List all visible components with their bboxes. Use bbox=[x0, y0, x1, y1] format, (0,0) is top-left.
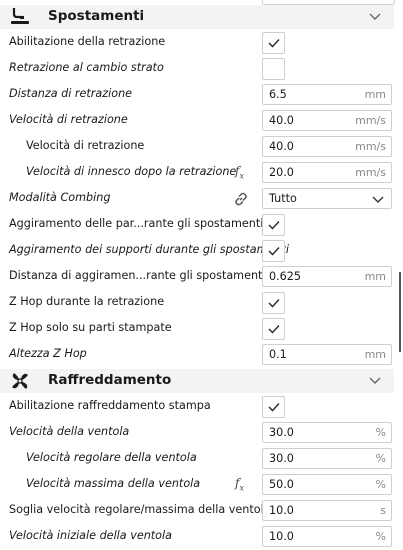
retraction-distance-field[interactable]: 6.5 mm bbox=[262, 84, 392, 105]
category-title: Spostamenti bbox=[48, 8, 145, 24]
setting-label: Velocità massima della ventola bbox=[26, 477, 201, 490]
setting-label: Velocità di innesco dopo la retrazione bbox=[26, 165, 237, 178]
setting-row-cool-fan-speed: Velocità della ventola 30.0 % bbox=[0, 420, 403, 446]
function-icon[interactable]: fx bbox=[235, 164, 244, 180]
check-icon bbox=[268, 402, 280, 412]
field-unit: s bbox=[380, 504, 386, 517]
cool-fan-speed-min-field[interactable]: 30.0 % bbox=[262, 448, 392, 469]
setting-label: Retrazione al cambio strato bbox=[9, 61, 164, 74]
setting-label: Distanza di retrazione bbox=[9, 87, 133, 100]
field-value: 40.0 bbox=[269, 140, 294, 153]
category-title: Raffreddamento bbox=[48, 372, 172, 388]
chevron-down-icon[interactable] bbox=[368, 11, 382, 23]
setting-label: Modalità Combing bbox=[9, 191, 111, 204]
setting-label: Z Hop durante la retrazione bbox=[9, 295, 165, 308]
check-icon bbox=[268, 220, 280, 230]
combing-mode-dropdown[interactable]: Tutto bbox=[262, 188, 392, 209]
travel-avoid-other-parts-checkbox[interactable] bbox=[262, 214, 285, 236]
scrollbar[interactable] bbox=[399, 272, 401, 352]
setting-label: Distanza di aggiramen...rante gli sposta… bbox=[9, 269, 266, 282]
dropdown-value: Tutto bbox=[269, 192, 297, 205]
setting-row-cool-fan-speed-0: Velocità iniziale della ventola 10.0 % bbox=[0, 524, 403, 550]
travel-avoid-distance-field[interactable]: 0.625 mm bbox=[262, 266, 392, 287]
retraction-prime-speed-field[interactable]: 20.0 mm/s bbox=[262, 162, 392, 183]
function-icon[interactable]: fx bbox=[235, 476, 244, 492]
field-value: 0.1 bbox=[269, 348, 287, 361]
field-value: 30.0 bbox=[269, 452, 294, 465]
setting-label: Velocità della ventola bbox=[9, 425, 130, 438]
field-unit: mm bbox=[364, 348, 386, 361]
field-unit: % bbox=[375, 452, 386, 465]
field-unit: % bbox=[375, 478, 386, 491]
check-icon bbox=[268, 324, 280, 334]
field-unit: % bbox=[375, 426, 386, 439]
setting-label: Velocità di retrazione bbox=[26, 139, 145, 152]
chevron-down-icon[interactable] bbox=[368, 375, 382, 387]
retraction-speed-field[interactable]: 40.0 mm/s bbox=[262, 110, 392, 131]
field-value: 40.0 bbox=[269, 114, 294, 127]
link-icon[interactable] bbox=[233, 191, 249, 207]
field-unit: mm/s bbox=[355, 166, 386, 179]
retraction-enable-checkbox[interactable] bbox=[262, 32, 285, 54]
travel-icon bbox=[11, 8, 29, 24]
setting-row-travel-avoid-distance: Distanza di aggiramen...rante gli sposta… bbox=[0, 264, 403, 290]
field-value: 0.625 bbox=[269, 270, 302, 283]
setting-row-retraction-hop-enabled: Z Hop durante la retrazione bbox=[0, 290, 403, 316]
cool-fan-speed-0-field[interactable]: 10.0 % bbox=[262, 526, 392, 547]
check-icon bbox=[268, 298, 280, 308]
field-unit: mm bbox=[364, 88, 386, 101]
setting-label: Altezza Z Hop bbox=[9, 347, 87, 360]
field-value: 30.0 bbox=[269, 426, 294, 439]
setting-row-travel-avoid-supports: Aggiramento dei supporti durante gli spo… bbox=[0, 238, 403, 264]
travel-avoid-supports-checkbox[interactable] bbox=[262, 240, 285, 262]
check-icon bbox=[268, 38, 280, 48]
setting-row-retraction-prime-speed: Velocità di innesco dopo la retrazione f… bbox=[0, 160, 403, 186]
setting-label: Abilitazione della retrazione bbox=[9, 35, 166, 48]
field-unit: mm bbox=[364, 270, 386, 283]
setting-row-retraction-hop-only-printed: Z Hop solo su parti stampate bbox=[0, 316, 403, 342]
setting-label: Z Hop solo su parti stampate bbox=[9, 321, 172, 334]
setting-row-cool-fan-speed-min: Velocità regolare della ventola 30.0 % bbox=[0, 446, 403, 472]
cool-fan-speed-max-field[interactable]: 50.0 % bbox=[262, 474, 392, 495]
setting-label: Velocità di retrazione bbox=[9, 113, 128, 126]
cool-min-layer-time-fan-speed-max-field[interactable]: 10.0 s bbox=[262, 500, 392, 521]
chevron-down-icon bbox=[372, 196, 384, 203]
retraction-hop-enabled-checkbox[interactable] bbox=[262, 292, 285, 314]
field-value: 6.5 bbox=[269, 88, 287, 101]
setting-row-travel-avoid-other-parts: Aggiramento delle par...rante gli sposta… bbox=[0, 212, 403, 238]
setting-label: Velocità iniziale della ventola bbox=[9, 529, 172, 542]
cool-fan-enabled-checkbox[interactable] bbox=[262, 396, 285, 418]
category-header-cooling[interactable]: Raffreddamento bbox=[0, 369, 394, 393]
setting-row-cool-min-layer-time-fan-speed-max: Soglia velocità regolare/massima della v… bbox=[0, 498, 403, 524]
setting-label: Aggiramento dei supporti durante gli spo… bbox=[9, 243, 289, 256]
setting-row-retraction-distance: Distanza di retrazione 6.5 mm bbox=[0, 82, 403, 108]
check-icon bbox=[268, 246, 280, 256]
fan-icon bbox=[12, 373, 28, 389]
field-value: 10.0 bbox=[269, 530, 294, 543]
setting-row-retraction-hop-height: Altezza Z Hop 0.1 mm bbox=[0, 342, 403, 368]
field-unit: mm/s bbox=[355, 140, 386, 153]
retraction-retract-speed-field[interactable]: 40.0 mm/s bbox=[262, 136, 392, 157]
field-unit: mm/s bbox=[355, 114, 386, 127]
setting-row-cool-fan-speed-max: Velocità massima della ventola fx 50.0 % bbox=[0, 472, 403, 498]
category-header-travel[interactable]: Spostamenti bbox=[0, 5, 394, 29]
field-value: 20.0 bbox=[269, 166, 294, 179]
setting-label: Soglia velocità regolare/massima della v… bbox=[9, 503, 271, 516]
setting-row-combing-mode: Modalità Combing Tutto bbox=[0, 186, 403, 212]
field-value: 10.0 bbox=[269, 504, 294, 517]
retract-layer-change-checkbox[interactable] bbox=[262, 58, 285, 80]
cool-fan-speed-field[interactable]: 30.0 % bbox=[262, 422, 392, 443]
setting-row-retraction-enable: Abilitazione della retrazione bbox=[0, 30, 403, 56]
setting-row-retract-layer-change: Retrazione al cambio strato bbox=[0, 56, 403, 82]
setting-row-retraction-retract-speed: Velocità di retrazione 40.0 mm/s bbox=[0, 134, 403, 160]
retraction-hop-only-printed-checkbox[interactable] bbox=[262, 318, 285, 340]
field-unit: % bbox=[375, 530, 386, 543]
setting-label: Velocità regolare della ventola bbox=[26, 451, 197, 464]
setting-label: Aggiramento delle par...rante gli sposta… bbox=[9, 217, 264, 230]
field-value: 50.0 bbox=[269, 478, 294, 491]
setting-label: Abilitazione raffreddamento stampa bbox=[9, 399, 211, 412]
setting-row-retraction-speed: Velocità di retrazione 40.0 mm/s bbox=[0, 108, 403, 134]
setting-row-cool-fan-enabled: Abilitazione raffreddamento stampa bbox=[0, 394, 403, 420]
retraction-hop-height-field[interactable]: 0.1 mm bbox=[262, 344, 392, 365]
